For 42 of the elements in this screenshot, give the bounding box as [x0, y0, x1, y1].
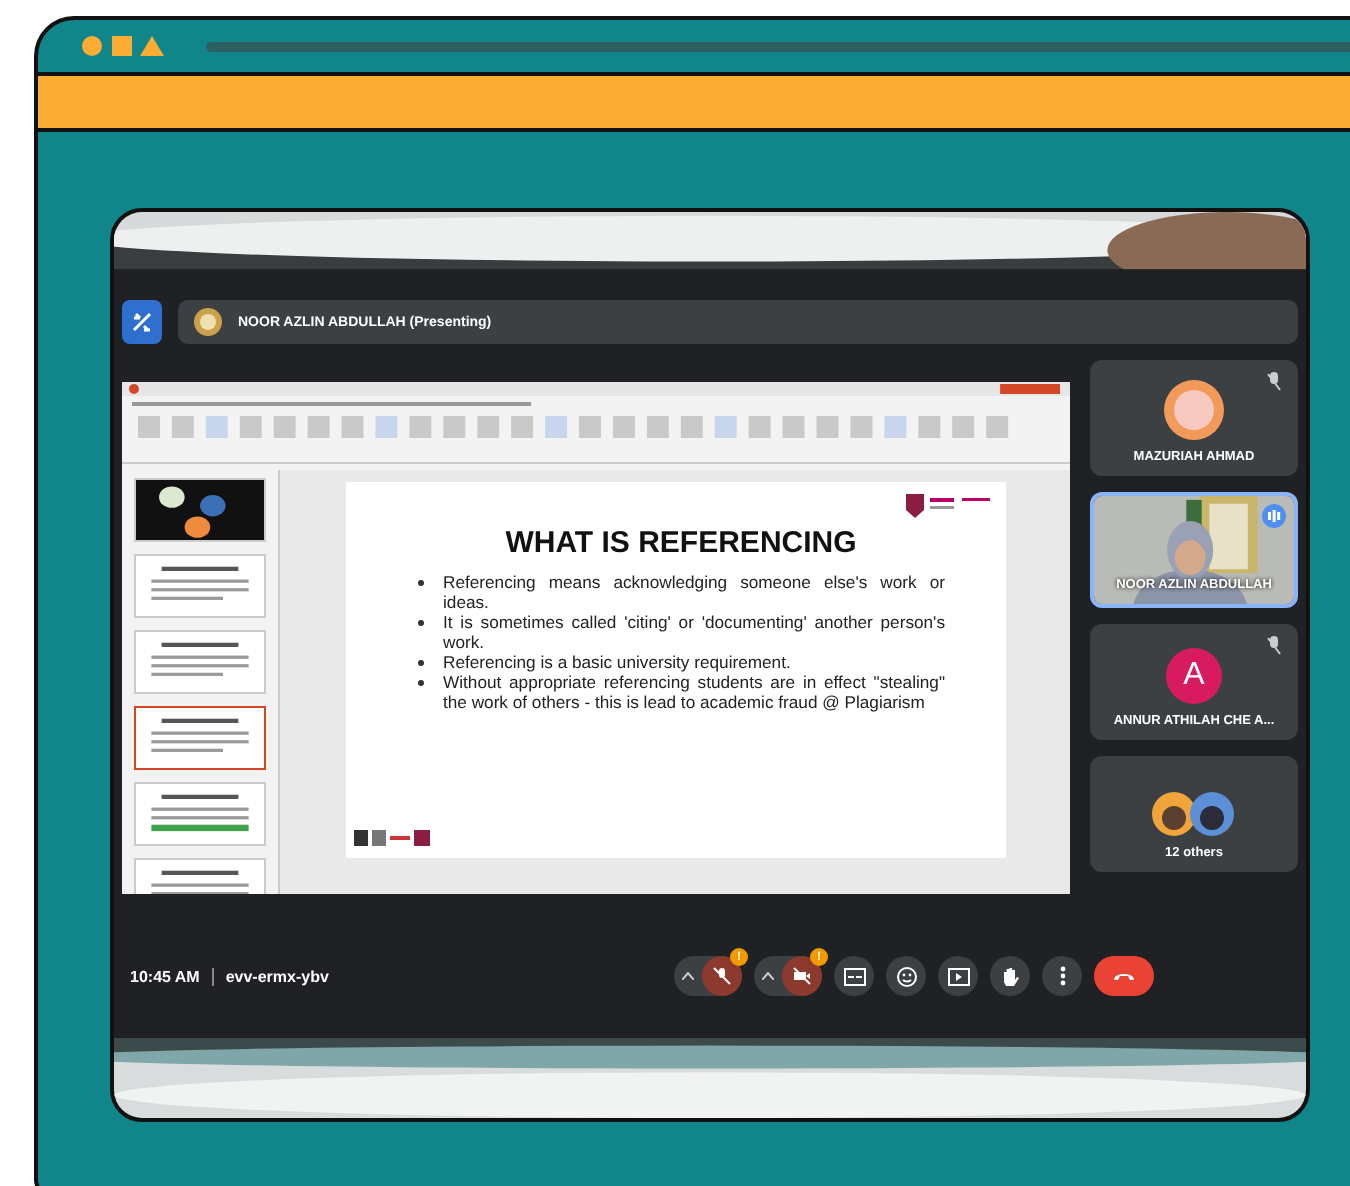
caret-icon	[762, 972, 774, 980]
avatar-icon	[194, 308, 222, 336]
bullet-text: Referencing means acknowledging someone else's work or ideas.	[443, 572, 945, 612]
bullet-icon	[417, 660, 423, 666]
slide-thumbnail[interactable]	[134, 706, 266, 770]
speaking-icon	[1262, 504, 1286, 528]
present-icon	[947, 967, 969, 985]
avatar-icon	[1164, 380, 1224, 440]
meeting-code: evv-ermx-ybv	[225, 967, 329, 985]
bullet-icon	[417, 580, 423, 586]
camera-off-icon	[792, 966, 812, 986]
mic-button[interactable]	[702, 956, 742, 996]
emoji-icon	[895, 965, 917, 987]
logos-drawing	[353, 830, 433, 846]
slide-thumbnail[interactable]	[134, 554, 266, 618]
bullet-text: It is sometimes called 'citing' or 'documenting' another person's work.	[443, 612, 945, 652]
bullet-text: Without appropriate referencing students are in effect "stealing" the work of others - this is lead to academic fraud @ Plagiarism	[443, 672, 945, 712]
captions-icon	[843, 967, 865, 985]
leave-call-button[interactable]	[1094, 956, 1154, 996]
mic-off-icon	[712, 966, 732, 986]
slide-thumbnail[interactable]	[134, 478, 266, 542]
meeting-time: 10:45 AM	[130, 967, 200, 985]
slide-title: WHAT IS REFERENCING	[503, 526, 859, 560]
layout-icon[interactable]	[122, 300, 162, 344]
slide-thumbnail[interactable]	[134, 782, 266, 846]
captions-button[interactable]	[834, 956, 874, 996]
more-icon	[1059, 966, 1065, 986]
caret-icon	[682, 972, 694, 980]
camera-button[interactable]	[782, 956, 822, 996]
avatar-initial: A	[1166, 648, 1222, 704]
bullet-icon	[417, 680, 423, 686]
raise-hand-button[interactable]	[990, 956, 1030, 996]
bullet-text: Referencing is a basic university requirement.	[443, 652, 791, 672]
bullet-icon	[417, 620, 423, 626]
hand-icon	[1000, 965, 1020, 987]
logo-icon	[905, 494, 993, 518]
emoji-button[interactable]	[886, 956, 926, 996]
hang-up-icon	[1112, 970, 1136, 982]
present-button[interactable]	[938, 956, 978, 996]
avatars-icon	[1152, 792, 1236, 836]
slide-thumbnail[interactable]	[134, 630, 266, 694]
more-button[interactable]	[1042, 956, 1082, 996]
